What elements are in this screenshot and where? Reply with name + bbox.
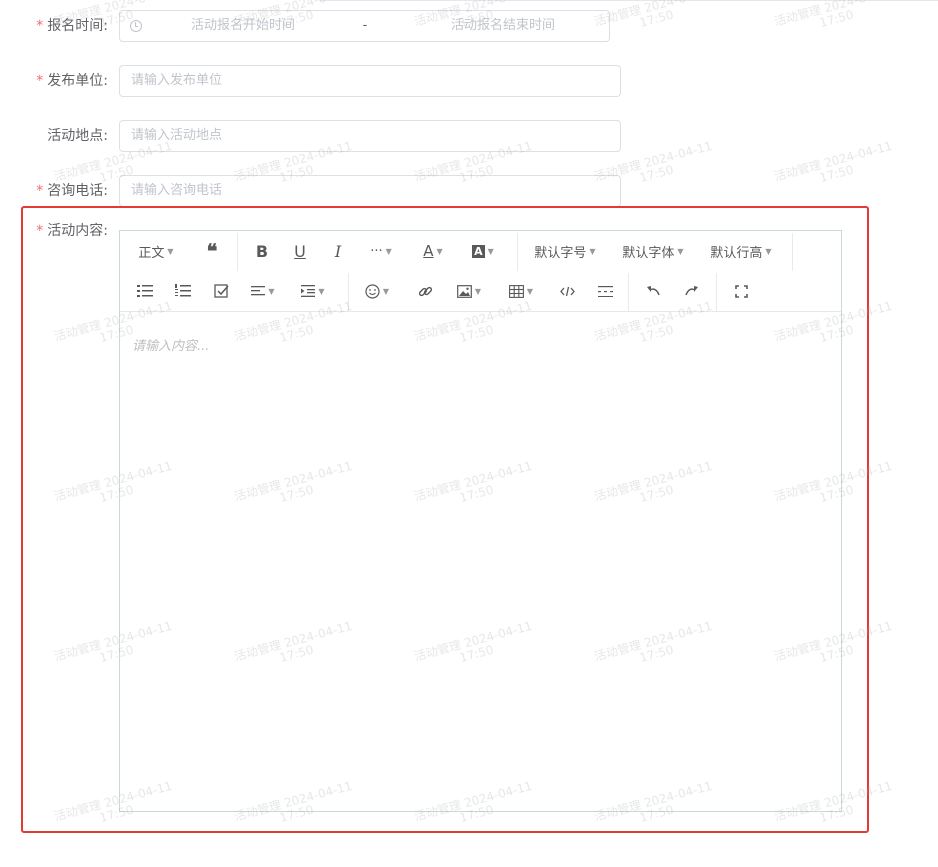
background-color-button[interactable]: A ▼ [466, 231, 500, 271]
font-size-select[interactable]: 默认字号 ▼ [530, 231, 600, 271]
checkbox-icon [213, 283, 229, 298]
editor-toolbar: 正文 ▼ ❝ B U I ··· ▼ A ▼ A ▼ 默认字号 ▼ 默认字体 ▼… [120, 231, 841, 312]
underline-button[interactable]: U [286, 231, 314, 271]
signup-time-label: * 报名时间: [36, 18, 108, 34]
watermark-line-2: 17:50 [818, 162, 856, 186]
bulleted-list-icon [137, 285, 153, 297]
italic-icon: I [334, 241, 342, 261]
fullscreen-button[interactable] [728, 271, 754, 311]
redo-button[interactable] [678, 271, 704, 311]
phone-label: * 咨询电话: [36, 183, 108, 199]
align-left-icon [251, 286, 266, 296]
divider-line-button[interactable] [592, 271, 618, 311]
signup-end-input[interactable]: 活动报名结束时间 [438, 11, 568, 41]
bulleted-list-button[interactable] [132, 271, 158, 311]
bold-icon: B [255, 241, 269, 261]
emoji-button[interactable]: ▼ [360, 271, 394, 311]
align-button[interactable]: ▼ [246, 271, 280, 311]
indent-button[interactable]: ▼ [296, 271, 330, 311]
signup-start-input[interactable]: 活动报名开始时间 [178, 11, 308, 41]
link-icon [418, 286, 432, 296]
toolbar-row-1: 正文 ▼ ❝ B U I ··· ▼ A ▼ A ▼ 默认字号 ▼ 默认字体 ▼… [120, 231, 841, 271]
more-styles-button[interactable]: ··· ▼ [364, 231, 398, 271]
font-color-icon: A [423, 242, 434, 260]
indent-icon [301, 285, 316, 297]
horizontal-rule-icon [597, 285, 613, 297]
image-icon [457, 284, 472, 298]
range-separator: - [362, 18, 368, 33]
quote-icon: ❝ [206, 239, 218, 263]
publisher-label: * 发布单位: [36, 73, 108, 89]
emoji-icon [365, 283, 380, 299]
italic-button[interactable]: I [324, 231, 352, 271]
signup-time-range-picker[interactable]: 活动报名开始时间 - 活动报名结束时间 [119, 10, 610, 42]
undo-icon [646, 286, 660, 296]
font-color-button[interactable]: A ▼ [416, 231, 450, 271]
numbered-list-button[interactable] [170, 271, 196, 311]
location-label: 活动地点: [47, 128, 108, 144]
publisher-input[interactable]: 请输入发布单位 [119, 65, 621, 97]
watermark-text: 活动管理 2024-04-1117:50 [769, 139, 901, 198]
bg-color-icon: A [472, 244, 485, 258]
blockquote-button[interactable]: ❝ [198, 231, 226, 271]
watermark-line-2: 17:50 [638, 7, 676, 31]
watermark-line-2: 17:50 [818, 7, 856, 31]
todo-list-button[interactable] [208, 271, 234, 311]
watermark-text: 活动管理 2024-04-1117:50 [769, 0, 901, 42]
code-icon [559, 286, 575, 296]
more-icon: ··· [370, 243, 383, 259]
image-button[interactable]: ▼ [452, 271, 486, 311]
top-divider [320, 0, 938, 1]
paragraph-style-select[interactable]: 正文 ▼ [132, 231, 180, 271]
clock-icon [130, 20, 142, 32]
table-button[interactable]: ▼ [504, 271, 538, 311]
rich-text-editor: 正文 ▼ ❝ B U I ··· ▼ A ▼ A ▼ 默认字号 ▼ 默认字体 ▼… [119, 230, 842, 812]
toolbar-row-2: ▼ ▼ ▼ ▼ ▼ [120, 271, 841, 311]
link-button[interactable] [412, 271, 438, 311]
numbered-list-icon [175, 284, 191, 297]
table-icon [508, 284, 524, 298]
required-mark: * [36, 18, 44, 34]
bold-button[interactable]: B [248, 231, 276, 271]
location-input[interactable]: 请输入活动地点 [119, 120, 621, 152]
editor-placeholder[interactable]: 请输入内容... [132, 335, 209, 354]
underline-icon: U [294, 241, 306, 261]
fullscreen-icon [734, 284, 748, 298]
code-button[interactable] [554, 271, 580, 311]
font-family-select[interactable]: 默认字体 ▼ [618, 231, 688, 271]
line-height-select[interactable]: 默认行高 ▼ [706, 231, 776, 271]
undo-button[interactable] [640, 271, 666, 311]
watermark-line-1: 活动管理 2024-04-11 [772, 138, 894, 184]
redo-icon [684, 286, 698, 296]
phone-input[interactable]: 请输入咨询电话 [119, 175, 621, 207]
content-label: * 活动内容: [36, 223, 108, 239]
watermark-line-1: 活动管理 2024-04-11 [772, 0, 894, 29]
